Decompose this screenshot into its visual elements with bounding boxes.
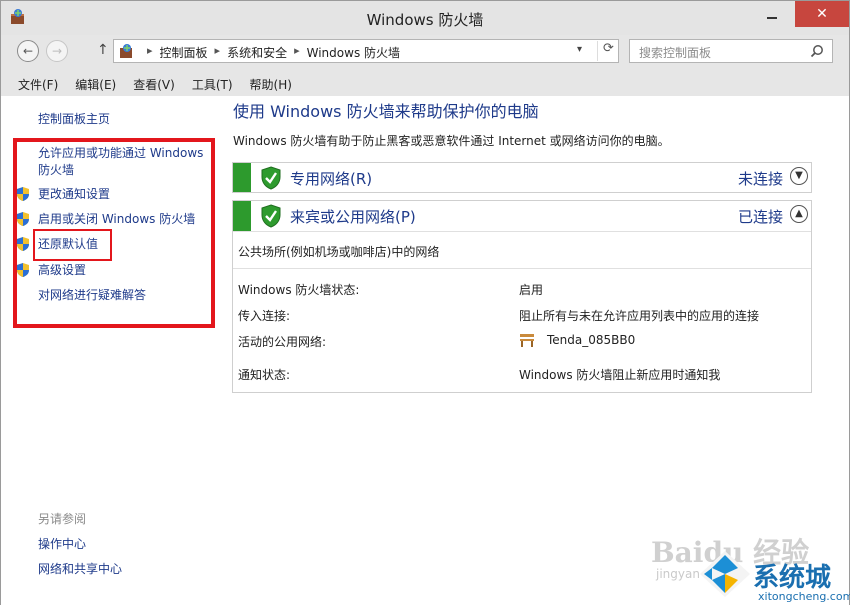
row-key: 传入连接:: [238, 309, 291, 323]
see-also-heading: 另请参阅: [38, 512, 87, 526]
breadcrumb-control-panel[interactable]: 控制面板: [160, 44, 208, 61]
close-icon: ✕: [816, 6, 828, 22]
minimize-icon: [767, 17, 777, 19]
menu-edit[interactable]: 编辑(E): [64, 71, 122, 95]
public-network-subtitle: 公共场所(例如机场或咖啡店)中的网络: [233, 231, 811, 269]
row-key: Windows 防火墙状态:: [238, 283, 360, 297]
xitongcheng-watermark: 系统城: [753, 563, 832, 593]
breadcrumb-windows-firewall[interactable]: Windows 防火墙: [307, 44, 400, 61]
see-also-action-center[interactable]: 操作中心: [38, 535, 86, 552]
breadcrumb-system-security[interactable]: 系统和安全: [227, 44, 287, 61]
menu-file[interactable]: 文件(F): [1, 71, 64, 95]
status-bar-green: [233, 163, 251, 192]
baidu-watermark-sub: jingyan: [656, 567, 700, 581]
collapse-chevron-up-icon[interactable]: ▲: [790, 205, 808, 223]
breadcrumb: ▸ 控制面板 ▸ 系统和安全 ▸ Windows 防火墙: [140, 44, 400, 61]
sidebar-home-link[interactable]: 控制面板主页: [38, 110, 110, 127]
private-network-status: 未连接: [737, 170, 783, 188]
page-description: Windows 防火墙有助于防止黑客或恶意软件通过 Internet 或网络访问…: [233, 134, 670, 148]
breadcrumb-separator-icon: ▸: [147, 44, 153, 57]
content-area: 控制面板主页 允许应用或功能通过 Windows 防火墙 更改通知设置 启用或关…: [1, 96, 850, 605]
breadcrumb-separator-icon: ▸: [214, 44, 221, 57]
window-title: Windows 防火墙: [366, 11, 484, 29]
menu-bar: 文件(F) 编辑(E) 查看(V) 工具(T) 帮助(H): [1, 71, 849, 95]
search-icon[interactable]: [810, 44, 824, 58]
back-button[interactable]: ←: [17, 40, 39, 62]
public-network-status: 已连接: [737, 208, 783, 226]
public-network-bench-icon: [520, 334, 534, 347]
row-key: 通知状态:: [238, 368, 291, 382]
xitongcheng-url: xitongcheng.com: [758, 590, 850, 603]
back-arrow-icon: ←: [22, 44, 34, 58]
forward-arrow-icon: →: [51, 44, 63, 58]
search-placeholder: 搜索控制面板: [639, 46, 712, 60]
page-title: 使用 Windows 防火墙来帮助保护你的电脑: [233, 102, 539, 121]
row-key: 活动的公用网络:: [238, 335, 327, 349]
highlight-box-restore: [33, 229, 112, 261]
private-network-panel[interactable]: 专用网络(R) 未连接 ▼: [232, 162, 812, 193]
active-network-name: Tenda_085BB0: [547, 333, 636, 347]
public-network-name[interactable]: 来宾或公用网络(P): [290, 206, 416, 227]
breadcrumb-separator-icon: ▸: [294, 44, 300, 57]
address-row: ← → ↑ ▸ 控制面板 ▸ 系统和安全 ▸ Windows 防火墙 ▾ ⟳ 搜…: [1, 37, 849, 67]
forward-button[interactable]: →: [46, 40, 68, 62]
up-button[interactable]: ↑: [97, 42, 109, 58]
green-shield-check-icon: [261, 166, 281, 190]
address-dropdown-icon[interactable]: ▾: [577, 44, 582, 55]
minimize-button[interactable]: [757, 1, 787, 27]
menu-help[interactable]: 帮助(H): [239, 71, 298, 95]
green-shield-check-icon: [261, 204, 281, 228]
xitongcheng-logo-icon: [700, 551, 750, 597]
menu-tools[interactable]: 工具(T): [181, 71, 239, 95]
sidebar: 控制面板主页 允许应用或功能通过 Windows 防火墙 更改通知设置 启用或关…: [1, 96, 223, 605]
status-bar-green: [233, 201, 251, 231]
title-bar: Windows 防火墙 ✕: [1, 1, 849, 35]
row-value: Windows 防火墙阻止新应用时通知我: [519, 368, 721, 382]
expand-chevron-down-icon[interactable]: ▼: [790, 167, 808, 185]
address-bar[interactable]: ▸ 控制面板 ▸ 系统和安全 ▸ Windows 防火墙 ▾ ⟳: [113, 39, 619, 63]
row-value-network: Tenda_085BB0: [519, 333, 635, 347]
main-pane: 使用 Windows 防火墙来帮助保护你的电脑 Windows 防火墙有助于防止…: [223, 96, 849, 605]
control-panel-icon: [120, 44, 132, 58]
see-also-network-center[interactable]: 网络和共享中心: [38, 560, 122, 577]
refresh-icon[interactable]: ⟳: [597, 41, 619, 61]
row-value: 阻止所有与未在允许应用列表中的应用的连接: [519, 309, 760, 323]
row-value: 启用: [519, 283, 544, 297]
close-button[interactable]: ✕: [795, 1, 849, 27]
window: Windows 防火墙 ✕ ← → ↑ ▸ 控制面板 ▸ 系统和安全 ▸ Win…: [0, 0, 850, 605]
menu-view[interactable]: 查看(V): [122, 71, 181, 95]
public-network-panel: 来宾或公用网络(P) 已连接 ▲ 公共场所(例如机场或咖啡店)中的网络 Wind…: [232, 200, 812, 393]
private-network-name[interactable]: 专用网络(R): [290, 168, 372, 189]
search-box[interactable]: 搜索控制面板: [629, 39, 833, 63]
